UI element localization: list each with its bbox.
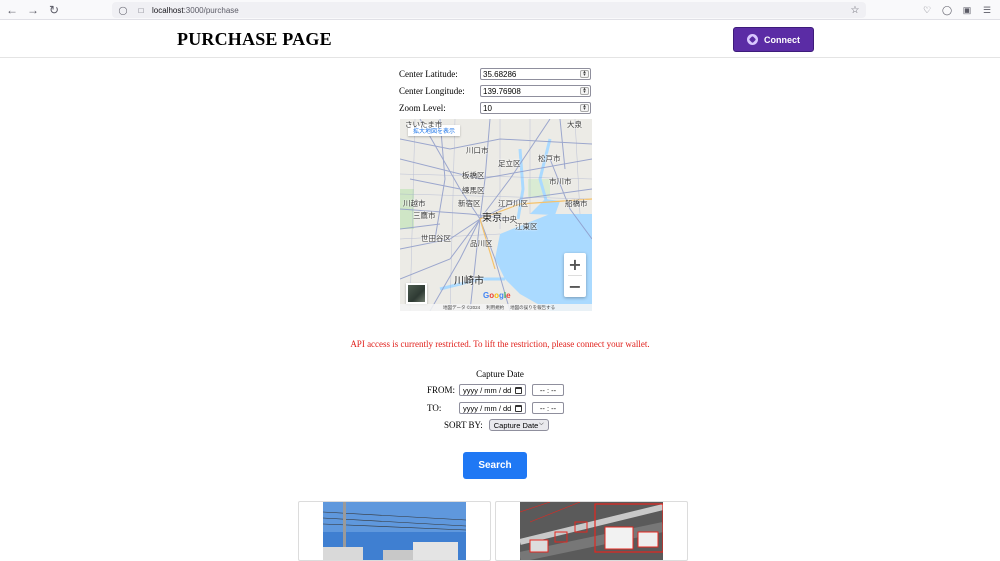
page-icon: □: [138, 5, 144, 15]
chevron-down-icon: ⌵: [539, 421, 544, 427]
to-date-placeholder: yyyy / mm / dd: [463, 403, 512, 413]
zoom-row: Zoom Level: 10 ▴ ▾: [399, 102, 593, 114]
latitude-value: 35.68286: [483, 69, 517, 79]
map-label: 江戸川区: [498, 199, 528, 208]
from-row: FROM: yyyy / mm / dd -- : --: [427, 384, 564, 396]
map-label: 世田谷区: [421, 234, 451, 243]
pocket-icon[interactable]: ♡: [920, 2, 934, 18]
shield-icon[interactable]: ◯: [116, 3, 130, 17]
latitude-input[interactable]: 35.68286 ▴ ▾: [480, 68, 591, 80]
map-label: 市川市: [549, 177, 572, 186]
map-zoom-control: + −: [564, 253, 586, 297]
map-label: 川口市: [466, 146, 489, 155]
from-date-input[interactable]: yyyy / mm / dd: [459, 384, 526, 396]
zoom-in-button[interactable]: +: [564, 253, 586, 275]
browser-toolbar: ← → ↻ ◯ □ localhost:3000/purchase ☆ ♡ ◯ …: [0, 0, 1000, 20]
map-label: 新宿区: [458, 199, 481, 208]
to-label: TO:: [427, 403, 442, 413]
zoom-label: Zoom Level:: [399, 103, 446, 113]
calendar-icon[interactable]: [515, 405, 522, 412]
url-bar[interactable]: ◯ □ localhost:3000/purchase ☆: [112, 2, 866, 18]
extensions-icon[interactable]: ▣: [960, 2, 974, 18]
map-label: 足立区: [498, 159, 521, 168]
url-host: localhost: [152, 5, 184, 15]
from-time-input[interactable]: -- : --: [532, 384, 564, 396]
map-label: 大泉: [567, 120, 582, 129]
connect-wallet-button[interactable]: Connect: [733, 27, 814, 52]
latitude-label: Center Latitude:: [399, 69, 458, 79]
forward-icon[interactable]: →: [24, 1, 42, 19]
sort-value: Capture Date: [493, 420, 539, 430]
wallet-icon: [747, 34, 758, 45]
result-card[interactable]: [495, 501, 688, 561]
capture-date-title: Capture Date: [476, 369, 524, 379]
map-terms-link[interactable]: 利用規約: [486, 305, 504, 311]
google-logo: Google: [483, 291, 511, 300]
map-report-link[interactable]: 地図の誤りを報告する: [510, 305, 555, 311]
to-date-input[interactable]: yyyy / mm / dd: [459, 402, 526, 414]
map-label: 東京: [482, 213, 502, 224]
map-type-toggle[interactable]: [406, 283, 427, 304]
zoom-out-button[interactable]: −: [564, 275, 586, 297]
star-icon[interactable]: ☆: [848, 2, 862, 18]
from-label: FROM:: [427, 385, 456, 395]
api-restriction-warning: API access is currently restricted. To l…: [350, 339, 650, 349]
url-path: :3000/purchase: [183, 5, 239, 15]
sort-label: SORT BY:: [444, 420, 483, 430]
map-label: 品川区: [470, 239, 493, 248]
back-icon[interactable]: ←: [3, 1, 21, 19]
map-label: 江東区: [515, 222, 538, 231]
map-label: 練馬区: [462, 186, 485, 195]
result-card[interactable]: [298, 501, 491, 561]
zoom-separator: [568, 275, 582, 276]
map-label: 船橋市: [565, 199, 588, 208]
zoom-input[interactable]: 10 ▴ ▾: [480, 102, 591, 114]
from-date-placeholder: yyyy / mm / dd: [463, 385, 512, 395]
longitude-label: Center Longitude:: [399, 86, 465, 96]
map-label: 川越市: [403, 199, 426, 208]
sort-select[interactable]: Capture Date ⌵: [488, 419, 549, 431]
map-footer: 地図データ ©2024 利用規約 地図の誤りを報告する: [400, 304, 592, 311]
result-image: [520, 502, 663, 560]
reload-icon[interactable]: ↻: [45, 1, 63, 19]
calendar-icon[interactable]: [515, 387, 522, 394]
longitude-input[interactable]: 139.76908 ▴ ▾: [480, 85, 591, 97]
map-label: さいたま市: [405, 120, 443, 129]
longitude-value: 139.76908: [483, 86, 521, 96]
account-icon[interactable]: ◯: [940, 2, 954, 18]
longitude-spinner[interactable]: ▴ ▾: [580, 87, 589, 95]
map-label: 三鷹市: [413, 211, 436, 220]
map-label: 中央: [502, 215, 517, 224]
connect-button-label: Connect: [764, 34, 800, 45]
menu-icon[interactable]: ☰: [980, 2, 994, 18]
to-time-input[interactable]: -- : --: [532, 402, 564, 414]
longitude-row: Center Longitude: 139.76908 ▴ ▾: [399, 85, 593, 97]
map-label: 川崎市: [454, 276, 484, 287]
latitude-spinner[interactable]: ▴ ▾: [580, 70, 589, 78]
map-label: 板橋区: [462, 171, 485, 180]
latitude-row: Center Latitude: 35.68286 ▴ ▾: [399, 68, 593, 80]
to-row: TO: yyyy / mm / dd -- : --: [427, 402, 564, 414]
page-title: PURCHASE PAGE: [177, 29, 332, 49]
sort-row: SORT BY: Capture Date ⌵: [444, 419, 549, 431]
result-image: [323, 502, 466, 560]
map-label: 松戸市: [538, 154, 561, 163]
map-data-credit: 地図データ ©2024: [443, 304, 481, 310]
search-button[interactable]: Search: [463, 452, 527, 479]
zoom-value: 10: [483, 103, 492, 113]
page-header: PURCHASE PAGE Connect: [0, 20, 1000, 58]
zoom-spinner[interactable]: ▴ ▾: [580, 104, 589, 112]
